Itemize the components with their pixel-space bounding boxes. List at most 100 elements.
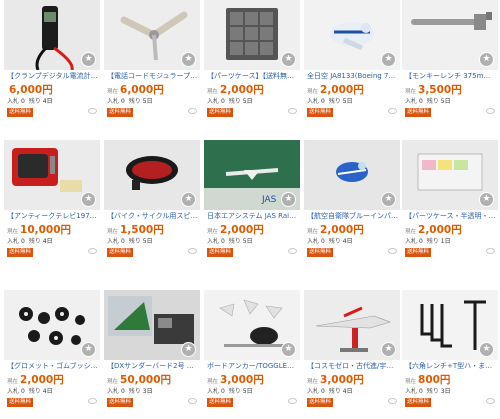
listing-card[interactable]: ★ 【電話コードモジュラープラグ… 現在 6,000円 入札0 残り5日 送料無… — [104, 0, 200, 140]
favorite-star-icon[interactable]: ★ — [479, 52, 494, 67]
watch-eye-icon[interactable] — [88, 248, 97, 254]
watch-eye-icon[interactable] — [88, 108, 97, 114]
remaining-label: 残り — [426, 388, 439, 395]
free-shipping-badge: 送料無料 — [405, 248, 432, 257]
bids-label: 入札 — [405, 238, 418, 245]
free-shipping-badge: 送料無料 — [405, 108, 432, 117]
free-shipping-badge: 送料無料 — [307, 248, 334, 257]
item-title[interactable]: 【パーツケース・半透明・16… — [405, 212, 496, 221]
remaining-time: 5日 — [242, 388, 253, 395]
price-label: 現在 — [7, 379, 19, 385]
item-title[interactable]: 全日空 JA8133(Boeing 747… — [307, 72, 398, 81]
price-row: 現在 2,000円 — [207, 222, 264, 237]
bids-label: 入札 — [307, 98, 320, 105]
remaining-time: 5日 — [342, 98, 353, 105]
watch-eye-icon[interactable] — [188, 108, 197, 114]
listing-card[interactable]: JAS ★ 日本エアシステム JAS Raim… 現在 2,000円 入札 0 残… — [204, 140, 300, 280]
item-title[interactable]: 【コスモゼロ・古代進/宇宙戦… — [307, 362, 398, 371]
free-shipping-badge: 送料無料 — [107, 398, 134, 407]
watch-eye-icon[interactable] — [288, 108, 297, 114]
favorite-star-icon[interactable]: ★ — [281, 52, 296, 67]
remaining-label: 残り — [128, 98, 141, 105]
bids-label: 入札 — [7, 98, 20, 105]
bids-label: 入札 — [207, 98, 220, 105]
free-shipping-badge: 送料無料 — [107, 108, 134, 117]
watch-eye-icon[interactable] — [388, 398, 397, 404]
listing-card[interactable]: ★ 【コスモゼロ・古代進/宇宙戦… 現在 3,000円 入札 0 残り 4日 送料無… — [304, 290, 400, 419]
favorite-star-icon[interactable]: ★ — [181, 52, 196, 67]
item-title[interactable]: 日本エアシステム JAS Raim… — [207, 212, 298, 221]
item-title[interactable]: 【DXサンダーバード2号 THU… — [107, 362, 198, 371]
item-title[interactable]: 【電話コードモジュラープラグ… — [107, 72, 198, 81]
price-row: 現在 2,000円 — [405, 222, 462, 237]
remaining-label: 残り — [28, 388, 41, 395]
item-title[interactable]: 【六角レンチ+T型ハ・まとめ… — [405, 362, 496, 371]
bid-count: 0 — [419, 238, 423, 245]
favorite-star-icon[interactable]: ★ — [181, 342, 196, 357]
remaining-label: 残り — [328, 388, 341, 395]
listing-card[interactable]: ★ 【アンティークテレビ1976年… 現在 10,000円 入札0 残り4日 送… — [4, 140, 100, 280]
favorite-star-icon[interactable]: ★ — [81, 342, 96, 357]
item-price: 3,000円 — [220, 374, 264, 386]
item-price: 2,000円 — [220, 84, 264, 96]
price-label: 現在 — [405, 379, 417, 385]
price-label: 現在 — [207, 379, 219, 385]
watch-eye-icon[interactable] — [486, 248, 495, 254]
favorite-star-icon[interactable]: ★ — [81, 52, 96, 67]
bid-info: 入札 0 残り 4日 — [307, 386, 355, 395]
listing-card[interactable]: ★ 【DXサンダーバード2号 THU… 現在 50,000円 入札0 残り3日 … — [104, 290, 200, 419]
bid-info: 入札 0 残り 1日 — [405, 236, 453, 245]
listing-card[interactable]: ★ 【航空自衛隊ブルーインパルス… 現在 2,000円 入札0 残り4日 送料無… — [304, 140, 400, 280]
free-shipping-badge: 送料無料 — [207, 108, 234, 117]
item-title[interactable]: 【アンティークテレビ1976年… — [7, 212, 98, 221]
watch-eye-icon[interactable] — [288, 398, 297, 404]
item-title[interactable]: ボードアンカー/TOGGLERト… — [207, 362, 298, 371]
item-title[interactable]: 【グロメット・ゴムブッシング… — [7, 362, 98, 371]
favorite-star-icon[interactable]: ★ — [381, 52, 396, 67]
favorite-star-icon[interactable]: ★ — [479, 192, 494, 207]
watch-eye-icon[interactable] — [88, 398, 97, 404]
watch-eye-icon[interactable] — [388, 108, 397, 114]
favorite-star-icon[interactable]: ★ — [381, 192, 396, 207]
listing-card[interactable]: ★ 【六角レンチ+T型ハ・まとめ… 現在 800円 入札0 残り3日 送料無料 — [402, 290, 498, 419]
listing-card[interactable]: ★ ボードアンカー/TOGGLERト… 現在 3,000円 入札 0 残り 5日 送… — [204, 290, 300, 419]
watch-eye-icon[interactable] — [188, 398, 197, 404]
listing-card[interactable]: ★ 【クランプデジタル電流計テス… 6,000円 入札0 残り4日 送料無料 — [4, 0, 100, 140]
free-shipping-badge: 送料無料 — [207, 248, 234, 257]
free-shipping-badge: 送料無料 — [7, 398, 34, 407]
favorite-star-icon[interactable]: ★ — [281, 192, 296, 207]
item-title[interactable]: 【パーツケース】【送料無料】… — [207, 72, 298, 81]
price-row: 現在 2,000円 — [7, 372, 64, 387]
svg-text:JAS: JAS — [261, 195, 277, 205]
watch-eye-icon[interactable] — [288, 248, 297, 254]
item-title[interactable]: 【モンキーレンチ 375mm/工… — [405, 72, 496, 81]
favorite-star-icon[interactable]: ★ — [479, 342, 494, 357]
listing-card[interactable]: ★ 【パーツケース】【送料無料】… 現在 2,000円 入札 0 残り 5日 送料無… — [204, 0, 300, 140]
watch-eye-icon[interactable] — [486, 398, 495, 404]
listing-card[interactable]: ★ 【パーツケース・半透明・16… 現在 2,000円 入札 0 残り 1日 送料無… — [402, 140, 498, 280]
bids-label: 入札 — [7, 238, 20, 245]
bid-count: 0 — [121, 238, 125, 245]
item-title[interactable]: 【バイク・サイクル用スピーカ… — [107, 212, 198, 221]
favorite-star-icon[interactable]: ★ — [181, 192, 196, 207]
bid-count: 0 — [21, 388, 25, 395]
watch-eye-icon[interactable] — [188, 248, 197, 254]
listing-card[interactable]: ★ 全日空 JA8133(Boeing 747… 現在 2,000円 入札 0 残… — [304, 0, 400, 140]
item-title[interactable]: 【航空自衛隊ブルーインパルス… — [307, 212, 398, 221]
listing-card[interactable]: ★ 【モンキーレンチ 375mm/工… 現在 3,500円 入札0 残り5日 送… — [402, 0, 498, 140]
favorite-star-icon[interactable]: ★ — [381, 342, 396, 357]
watch-eye-icon[interactable] — [388, 248, 397, 254]
price-label: 現在 — [107, 89, 119, 95]
favorite-star-icon[interactable]: ★ — [81, 192, 96, 207]
item-title[interactable]: 【クランプデジタル電流計テス… — [7, 72, 98, 81]
price-row: 現在 2,000円 — [207, 82, 264, 97]
listing-card[interactable]: ★ 【グロメット・ゴムブッシング… 現在 2,000円 入札0 残り4日 送料無… — [4, 290, 100, 419]
remaining-label: 残り — [328, 98, 341, 105]
watch-eye-icon[interactable] — [486, 108, 495, 114]
favorite-star-icon[interactable]: ★ — [281, 342, 296, 357]
item-price: 2,000円 — [418, 224, 462, 236]
listing-card[interactable]: ★ 【バイク・サイクル用スピーカ… 現在 1,500円 入札0 残り5日 送料無… — [104, 140, 200, 280]
bid-info: 入札 0 残り 3日 — [107, 386, 155, 395]
bid-info: 入札 0 残り 5日 — [107, 236, 155, 245]
bid-info: 入札 0 残り 4日 — [7, 386, 55, 395]
